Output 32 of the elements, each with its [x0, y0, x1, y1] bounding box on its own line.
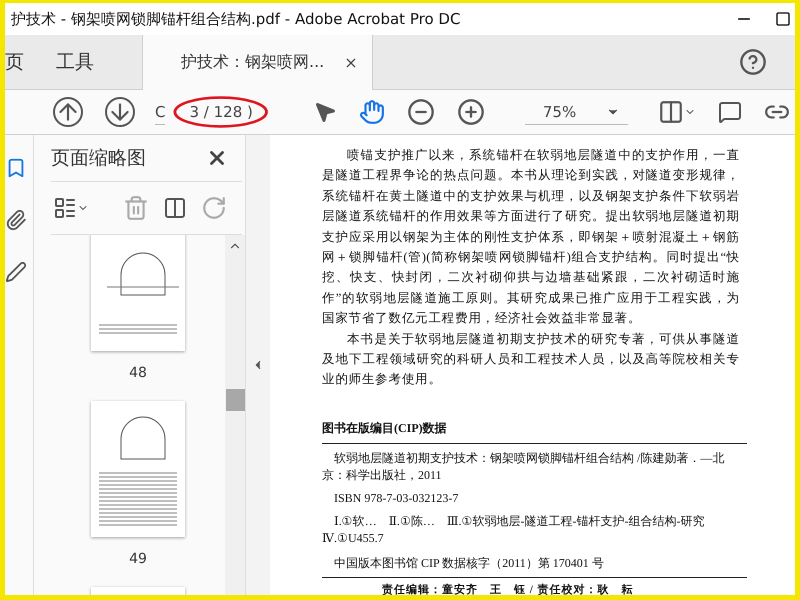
attachment-icon[interactable]: [5, 209, 27, 231]
window-title: 护技术 - 钢架喷网锁脚锚杆组合结构.pdf - Adobe Acrobat Pro DC: [11, 10, 460, 28]
cip-line: Ⅰ.①软… Ⅱ.①陈… Ⅲ.①软弱地层-隧道工程-锚杆支护-组合结构-研究 Ⅳ.①U455.7: [322, 512, 706, 547]
page-number-field[interactable]: C: [155, 100, 166, 124]
paragraph: 喷锚支护推广以来，系统锚杆在软弱地层隧道中的支护作用，一直是隧道工程界争论的热点问题。本书从理论到实践，对隧道变形规律，系统锚杆在黄土隧道中的支护效果与机理，以及钢架支护条件下软弱岩层隧道系统锚杆的作用效果等方面进行了研究。提出软弱地层隧道初期支护应采用以钢架为主体的刚性支护体系，即钢架＋喷射混凝土＋钢筋网＋锁脚锚杆(管)(简称钢架喷网锁脚锚杆)组合支护结构。同时提出“快挖、快支、快封闭，二次衬砌仰拱与边墙基础紧跟，二次衬砌适时施作”的软弱地层隧道施工原则。其研究成果已推广应用于工程实践，为国家节省了数亿元工程费用，经济社会效益非常显著。: [322, 147, 740, 328]
cip-number: 中国版本图书馆 CIP 数据核字（2011）第 170401 号: [322, 554, 747, 578]
help-icon[interactable]: [739, 48, 767, 76]
document-tab[interactable]: 护技术：钢架喷网... ×: [142, 35, 373, 90]
page-thumbnail[interactable]: [91, 401, 185, 537]
scrollbar[interactable]: [225, 235, 245, 595]
page-layout-icon: [658, 99, 684, 125]
paragraph: 本书是关于软弱地层隧道初期支护技术的研究专著，可供从事隧道及地下工程领域研究的科研人员和工程技术人员，以及高等院校相关专业的师生参考使用。: [322, 330, 740, 388]
page-number: 49: [129, 551, 147, 567]
panel-title: 页面缩略图: [51, 146, 146, 171]
zoom-dropdown[interactable]: 75%: [524, 100, 628, 124]
scrollbar-thumb[interactable]: [226, 389, 244, 411]
previous-page-button[interactable]: [51, 95, 85, 129]
cip-line: 软弱地层隧道初期支护技术：钢架喷网锁脚锚杆组合结构 /陈建勋著．—北京：科学出版社，2011: [322, 450, 726, 484]
list-icon: [53, 196, 77, 220]
next-page-button[interactable]: [103, 95, 137, 129]
tab-label: 护技术：钢架喷网...: [181, 52, 324, 73]
hand-icon: [358, 99, 385, 125]
cip-line: ISBN 978-7-03-032123-7: [333, 490, 460, 507]
page-number: 48: [129, 365, 147, 381]
cip-heading: 图书在版编目(CIP)数据: [322, 420, 747, 444]
maximize-icon[interactable]: [775, 11, 791, 27]
page-thumbnail[interactable]: [91, 235, 185, 351]
page-count: 3 / 128 ): [179, 99, 263, 125]
credits-line: 责任编辑：童安齐 王 钰 / 责任校对：耿 耘: [382, 582, 635, 595]
comment-icon: [718, 100, 742, 124]
close-tab-button[interactable]: ×: [344, 53, 358, 72]
pen-icon[interactable]: [5, 261, 27, 283]
